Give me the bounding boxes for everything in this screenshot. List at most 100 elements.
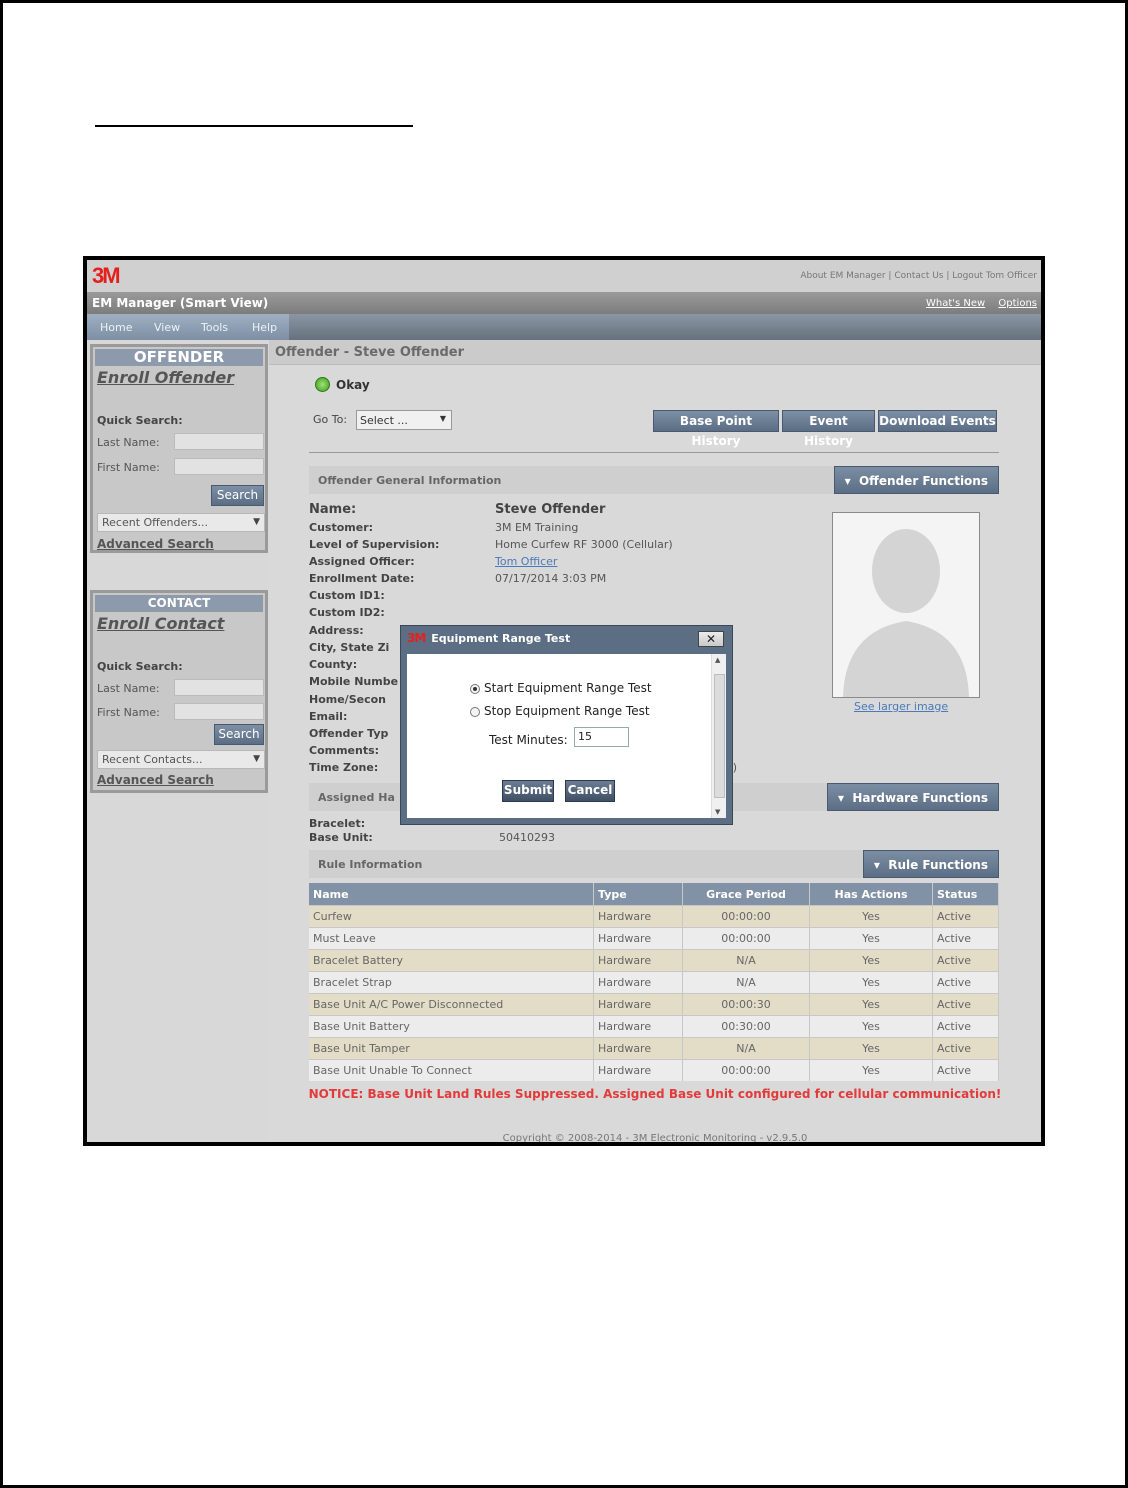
chevron-down-icon: ▼ — [253, 517, 260, 527]
hardware-functions-label: Hardware Functions — [852, 791, 988, 805]
goto-select[interactable]: Select ... ▼ — [356, 410, 452, 430]
download-events-button[interactable]: Download Events — [878, 410, 997, 432]
rule-grace: 00:00:00 — [682, 927, 810, 950]
customer-value: 3M EM Training — [495, 521, 579, 534]
city-label: City, State Zi — [309, 641, 390, 654]
rule-status: Active — [932, 905, 999, 928]
start-test-label[interactable]: Start Equipment Range Test — [484, 681, 652, 695]
offender-header-title: Offender - Steve Offender — [275, 345, 465, 360]
rule-functions-button[interactable]: ▾ Rule Functions — [862, 850, 999, 878]
table-row[interactable]: Bracelet Battery Hardware N/A Yes Active — [309, 949, 999, 972]
rule-grace: 00:00:30 — [682, 993, 810, 1016]
level-value: Home Curfew RF 3000 (Cellular) — [495, 538, 673, 551]
rule-type: Hardware — [593, 1015, 683, 1038]
rule-name: Bracelet Battery — [309, 949, 594, 972]
offender-first-name-input[interactable] — [174, 458, 264, 475]
rule-type: Hardware — [593, 949, 683, 972]
col-type[interactable]: Type — [593, 883, 683, 906]
custom-id1-label: Custom ID1: — [309, 589, 385, 602]
rule-grace: 00:00:00 — [682, 1059, 810, 1081]
dialog-3m-logo: 3M — [407, 631, 426, 645]
stop-test-radio[interactable] — [470, 707, 480, 717]
rule-type: Hardware — [593, 993, 683, 1016]
col-name[interactable]: Name — [309, 883, 594, 906]
top-bar: 3M About EM Manager | Contact Us | Logou… — [87, 260, 1041, 292]
menu-view[interactable]: View — [154, 321, 180, 334]
offender-last-name-input[interactable] — [174, 433, 264, 450]
whats-new-link[interactable]: What's New — [926, 298, 985, 309]
table-row[interactable]: Base Unit A/C Power Disconnected Hardware… — [309, 993, 999, 1016]
start-test-radio[interactable] — [470, 684, 480, 694]
submit-button[interactable]: Submit — [502, 780, 554, 802]
rule-actions: Yes — [809, 1015, 933, 1038]
enroll-offender-link[interactable]: Enroll Offender — [97, 368, 261, 387]
offender-type-label: Offender Typ — [309, 727, 389, 740]
table-row[interactable]: Must Leave Hardware 00:00:00 Yes Active — [309, 927, 999, 950]
offender-functions-button[interactable]: ▾ Offender Functions — [833, 466, 999, 494]
close-icon[interactable]: ✕ — [698, 631, 724, 647]
dialog-title: Equipment Range Test — [431, 632, 571, 645]
rule-status: Active — [932, 1015, 999, 1038]
rule-status: Active — [932, 971, 999, 994]
recent-contacts-dropdown[interactable]: Recent Contacts... ▼ — [97, 750, 265, 769]
table-row[interactable]: Base Unit Battery Hardware 00:30:00 Yes Acti… — [309, 1015, 999, 1038]
offender-advanced-search-link[interactable]: Advanced Search — [97, 537, 214, 551]
offender-panel: OFFENDER Enroll Offender Quick Search: L… — [90, 344, 268, 553]
stop-test-label[interactable]: Stop Equipment Range Test — [484, 704, 650, 718]
contact-search-button[interactable]: Search — [214, 724, 264, 745]
rule-info-bar: Rule Information ▾ Rule Functions — [309, 850, 999, 878]
table-row[interactable]: Base Unit Unable To Connect Hardware 00:00… — [309, 1059, 999, 1081]
base-unit-value: 50410293 — [499, 831, 555, 844]
test-minutes-input[interactable]: 15 — [574, 727, 629, 747]
cancel-button[interactable]: Cancel — [565, 780, 615, 802]
offender-search-button[interactable]: Search — [211, 485, 264, 506]
menu-tools[interactable]: Tools — [201, 321, 228, 334]
dialog-scrollbar[interactable]: ▲ ▼ — [711, 654, 726, 818]
rule-actions: Yes — [809, 1037, 933, 1060]
col-status[interactable]: Status — [932, 883, 999, 906]
top-links[interactable]: About EM Manager | Contact Us | Logout T… — [800, 271, 1037, 281]
event-history-button[interactable]: Event History — [782, 410, 875, 448]
col-has-actions[interactable]: Has Actions — [809, 883, 933, 906]
hardware-functions-button[interactable]: ▾ Hardware Functions — [826, 783, 999, 811]
enroll-contact-link[interactable]: Enroll Contact — [97, 614, 261, 633]
contact-advanced-search-link[interactable]: Advanced Search — [97, 773, 214, 787]
level-label: Level of Supervision: — [309, 538, 440, 551]
rule-type: Hardware — [593, 971, 683, 994]
mobile-label: Mobile Numbe — [309, 675, 399, 688]
recent-contacts-value: Recent Contacts... — [102, 753, 203, 766]
options-link[interactable]: Options — [998, 298, 1037, 309]
contact-first-name-label: First Name: — [97, 706, 160, 719]
recent-offenders-dropdown[interactable]: Recent Offenders... ▼ — [97, 513, 265, 532]
bracelet-label: Bracelet: — [309, 817, 366, 830]
name-value: Steve Offender — [495, 502, 606, 517]
see-larger-image-link[interactable]: See larger image — [854, 700, 948, 713]
rule-actions: Yes — [809, 971, 933, 994]
contact-last-name-input[interactable] — [174, 679, 264, 696]
menu-help[interactable]: Help — [252, 321, 277, 334]
officer-link[interactable]: Tom Officer — [495, 555, 557, 568]
base-point-history-button[interactable]: Base Point History — [653, 410, 779, 448]
table-row[interactable]: Curfew Hardware 00:00:00 Yes Active — [309, 905, 999, 928]
recent-offenders-value: Recent Offenders... — [102, 516, 208, 529]
rule-name: Curfew — [309, 905, 594, 928]
contact-first-name-input[interactable] — [174, 703, 264, 720]
col-grace[interactable]: Grace Period — [682, 883, 810, 906]
3m-logo: 3M — [92, 263, 121, 288]
enrollment-label: Enrollment Date: — [309, 572, 415, 585]
hardware-title: Assigned Ha — [318, 791, 395, 804]
table-row[interactable]: Bracelet Strap Hardware N/A Yes Active — [309, 971, 999, 994]
status-text: Okay — [336, 378, 370, 392]
scroll-down-icon[interactable]: ▼ — [715, 808, 720, 816]
scroll-up-icon[interactable]: ▲ — [715, 656, 720, 664]
scroll-thumb[interactable] — [714, 674, 725, 798]
menu-home[interactable]: Home — [100, 321, 132, 334]
offender-quick-search-label: Quick Search: — [97, 414, 183, 427]
person-silhouette-icon — [843, 529, 969, 697]
offender-photo[interactable] — [832, 512, 980, 698]
table-row[interactable]: Base Unit Tamper Hardware N/A Yes Active — [309, 1037, 999, 1060]
rule-grace: 00:30:00 — [682, 1015, 810, 1038]
rules-table: Name Type Grace Period Has Actions Statu… — [309, 883, 999, 1081]
offender-last-name-label: Last Name: — [97, 436, 160, 449]
goto-label: Go To: — [313, 413, 348, 426]
